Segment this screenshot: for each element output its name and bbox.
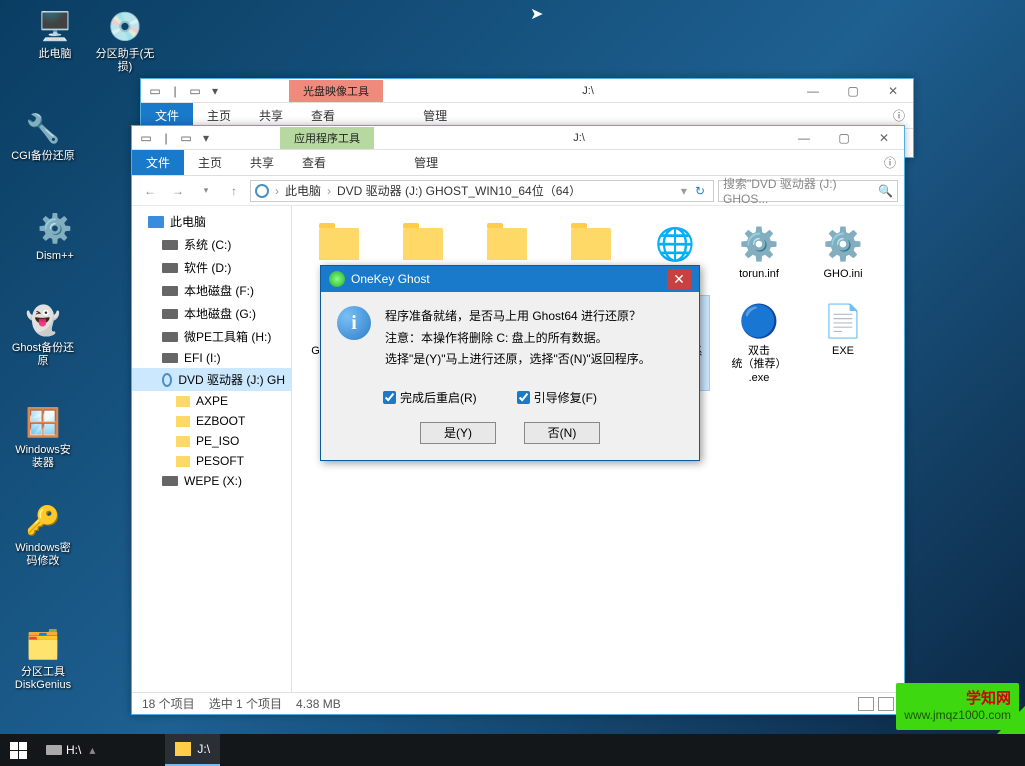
desktop-icon[interactable]: 🔑Windows密码修改 [8, 500, 78, 568]
desktop-icon[interactable]: 👻Ghost备份还原 [8, 300, 78, 368]
onekey-ghost-dialog: OneKey Ghost ✕ i 程序准备就绪，是否马上用 Ghost64 进行… [320, 265, 700, 461]
file-item[interactable]: 🔵双击统（推荐）.exe [724, 295, 794, 391]
window-title: J:\ [383, 85, 793, 97]
context-tab[interactable]: 光盘映像工具 [289, 80, 383, 102]
app-icon [329, 271, 345, 287]
nav-up[interactable]: ↑ [222, 179, 246, 203]
cursor-icon: ➤ [530, 4, 543, 24]
desktop-icon[interactable]: 🖥️此电脑 [20, 6, 90, 61]
start-button[interactable] [0, 734, 36, 766]
desktop-icon[interactable]: ⚙️Dism++ [20, 208, 90, 263]
maximize-button[interactable]: ▢ [833, 79, 873, 103]
file-item[interactable]: ⚙️GHO.ini [808, 218, 878, 285]
checkbox-restart[interactable]: 完成后重启(R) [383, 389, 477, 406]
taskbar-explorer[interactable]: J:\ [165, 734, 220, 766]
maximize-button[interactable]: ▢ [824, 126, 864, 150]
nav-history[interactable]: ▾ [194, 179, 218, 203]
dialog-close-button[interactable]: ✕ [667, 269, 691, 289]
desktop-icon[interactable]: 🔧CGI备份还原 [8, 108, 78, 163]
minimize-button[interactable]: — [793, 79, 833, 103]
qat-sep: | [167, 83, 183, 99]
search-icon[interactable]: 🔍 [878, 184, 893, 198]
ribbon-manage[interactable]: 管理 [400, 150, 452, 175]
status-bar: 18 个项目 选中 1 个项目 4.38 MB [132, 692, 904, 714]
qat-icon[interactable]: ▭ [178, 130, 194, 146]
tree-folder[interactable]: EZBOOT [132, 411, 291, 431]
status-selected: 选中 1 个项目 [209, 695, 282, 712]
qat-down[interactable]: ▾ [198, 130, 214, 146]
tree-drive[interactable]: DVD 驱动器 (J:) GH [132, 368, 291, 391]
search-input[interactable]: 搜索"DVD 驱动器 (J:) GHOS... 🔍 [718, 180, 898, 202]
status-count: 18 个项目 [142, 695, 195, 712]
ribbon-view[interactable]: 查看 [288, 150, 340, 175]
tree-drive[interactable]: WEPE (X:) [132, 471, 291, 491]
ribbon-file[interactable]: 文件 [132, 150, 184, 175]
qat-sep: | [158, 130, 174, 146]
qat-icon[interactable]: ▭ [147, 83, 163, 99]
tree-drive[interactable]: 本地磁盘 (F:) [132, 279, 291, 302]
status-size: 4.38 MB [296, 697, 341, 711]
address-bar[interactable]: › 此电脑 › DVD 驱动器 (J:) GHOST_WIN10_64位（64）… [250, 180, 714, 202]
watermark: 学知网 www.jmqz1000.com [896, 683, 1019, 730]
ribbon-home[interactable]: 主页 [184, 150, 236, 175]
nav-forward[interactable]: → [166, 179, 190, 203]
window-title: J:\ [374, 132, 784, 144]
tree-drive[interactable]: EFI (I:) [132, 348, 291, 368]
tree-drive[interactable]: 本地磁盘 (G:) [132, 302, 291, 325]
desktop-icon[interactable]: 🪟Windows安装器 [8, 402, 78, 470]
tree-drive[interactable]: 软件 (D:) [132, 256, 291, 279]
taskbar-drive[interactable]: H:\ ▴ [36, 734, 105, 766]
qat-icon[interactable]: ▭ [187, 83, 203, 99]
taskbar: H:\ ▴ J:\ [0, 734, 1025, 766]
minimize-button[interactable]: — [784, 126, 824, 150]
dialog-text-3: 选择"是(Y)"马上进行还原，选择"否(N)"返回程序。 [385, 349, 683, 371]
checkbox-bootfix[interactable]: 引导修复(F) [517, 389, 597, 406]
file-item[interactable]: ⚙️torun.inf [724, 218, 794, 285]
nav-tree: 此电脑 系统 (C:)软件 (D:)本地磁盘 (F:)本地磁盘 (G:)微PE工… [132, 206, 292, 692]
desktop-icon[interactable]: 🗂️分区工具DiskGenius [8, 624, 78, 692]
dialog-text-2: 注意：本操作将删除 C: 盘上的所有数据。 [385, 328, 683, 350]
help-icon[interactable]: ⓘ [893, 107, 905, 124]
ribbon-share[interactable]: 共享 [236, 150, 288, 175]
dialog-title: OneKey Ghost [351, 272, 430, 286]
close-button[interactable]: ✕ [864, 126, 904, 150]
qat-icon[interactable]: ▭ [138, 130, 154, 146]
drive-icon [255, 184, 269, 198]
file-item[interactable]: 📄EXE [808, 295, 878, 391]
refresh-icon[interactable]: ↻ [691, 184, 709, 198]
tree-folder[interactable]: PE_ISO [132, 431, 291, 451]
tree-folder[interactable]: PESOFT [132, 451, 291, 471]
info-icon: i [337, 306, 371, 340]
close-button[interactable]: ✕ [873, 79, 913, 103]
context-tab[interactable]: 应用程序工具 [280, 127, 374, 149]
no-button[interactable]: 否(N) [524, 422, 600, 444]
desktop-icon[interactable]: 💿分区助手(无损) [90, 6, 160, 74]
view-details-icon[interactable] [858, 697, 874, 711]
tree-drive[interactable]: 系统 (C:) [132, 233, 291, 256]
nav-back[interactable]: ← [138, 179, 162, 203]
help-icon[interactable]: ⓘ [884, 154, 896, 171]
view-icons-icon[interactable] [878, 697, 894, 711]
yes-button[interactable]: 是(Y) [420, 422, 496, 444]
tree-drive[interactable]: 微PE工具箱 (H:) [132, 325, 291, 348]
tree-folder[interactable]: AXPE [132, 391, 291, 411]
tree-this-pc[interactable]: 此电脑 [132, 210, 291, 233]
qat-down[interactable]: ▾ [207, 83, 223, 99]
dialog-text-1: 程序准备就绪，是否马上用 Ghost64 进行还原？ [385, 306, 683, 328]
